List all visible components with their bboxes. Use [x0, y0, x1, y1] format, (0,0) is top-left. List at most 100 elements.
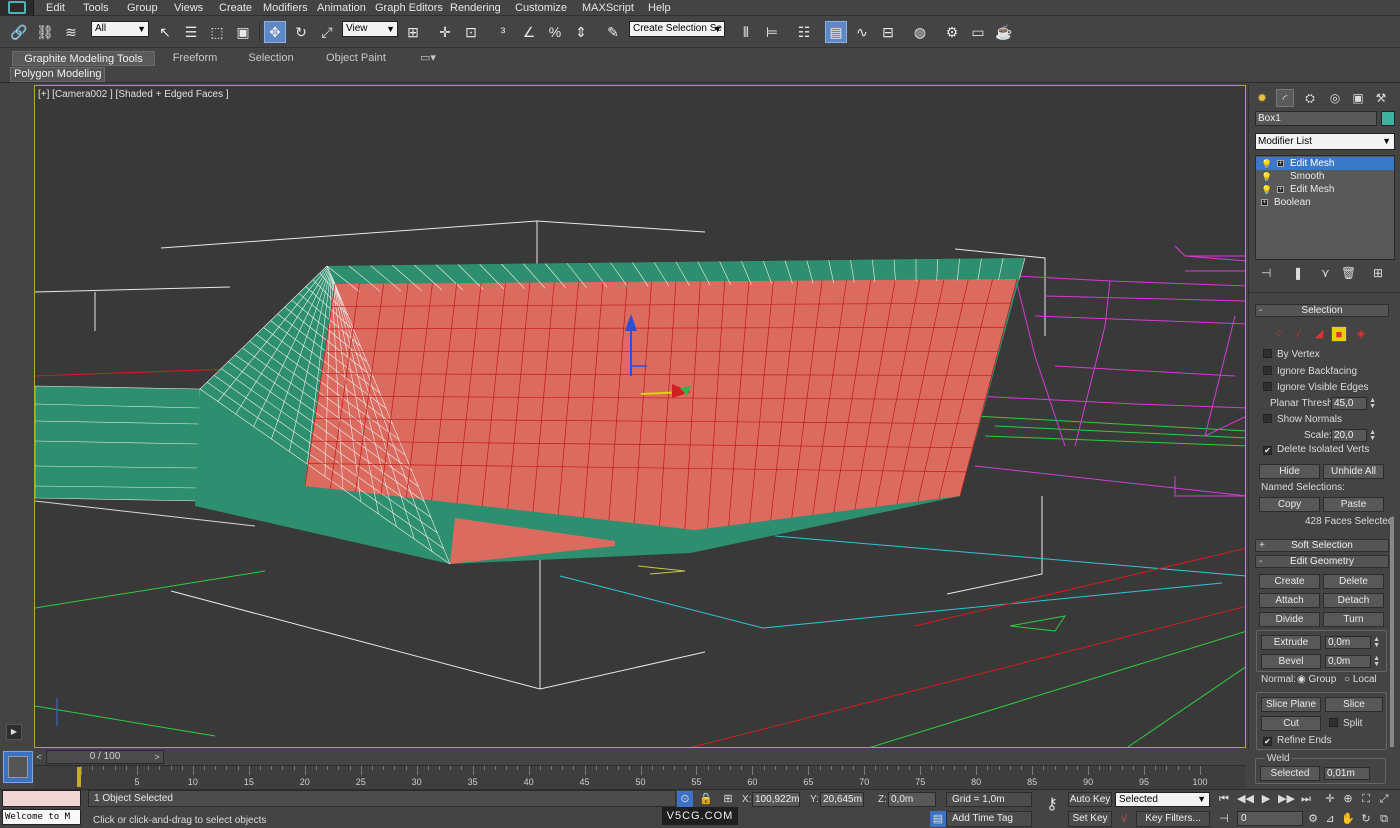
- expand-plus-icon[interactable]: +: [1277, 186, 1284, 193]
- zoom-extents-icon[interactable]: ⛶: [1358, 791, 1374, 807]
- select-manipulate-icon[interactable]: ✛: [434, 21, 456, 43]
- zoom-icon[interactable]: ✛: [1322, 791, 1338, 807]
- bind-space-warp-icon[interactable]: ≋: [60, 21, 82, 43]
- rollout-edit-geometry-header[interactable]: - Edit Geometry: [1255, 555, 1389, 568]
- orbit-icon[interactable]: ↻: [1358, 811, 1374, 827]
- menu-help[interactable]: Help: [648, 2, 671, 14]
- render-production-icon[interactable]: ☕: [993, 21, 1015, 43]
- menu-modifiers[interactable]: Modifiers: [263, 2, 308, 14]
- expand-plus-icon[interactable]: +: [1277, 160, 1284, 167]
- unhide-all-button[interactable]: Unhide All: [1323, 464, 1384, 479]
- spinner-arrows-icon[interactable]: ▲ ▼: [1369, 429, 1376, 442]
- stack-item-edit-mesh[interactable]: 💡 + Edit Mesh: [1256, 157, 1394, 170]
- play-icon[interactable]: ▶: [1258, 791, 1274, 807]
- tab-freeform[interactable]: Freeform: [160, 51, 230, 66]
- weld-selected-button[interactable]: Selected: [1260, 766, 1320, 781]
- element-level-icon[interactable]: ◈: [1353, 326, 1369, 342]
- display-tab-icon[interactable]: ▣: [1349, 89, 1367, 107]
- zoom-all-icon[interactable]: ⊕: [1340, 791, 1356, 807]
- command-panel-scrollbar[interactable]: [1390, 517, 1394, 747]
- menu-create[interactable]: Create: [219, 2, 252, 14]
- percent-snap-icon[interactable]: %: [544, 21, 566, 43]
- snaps-toggle-icon[interactable]: ³: [492, 21, 514, 43]
- auto-key-button[interactable]: Auto Key: [1068, 792, 1112, 807]
- tab-object-paint[interactable]: Object Paint: [318, 51, 394, 66]
- planar-thresh-spinner[interactable]: 45,0 ▲ ▼: [1331, 397, 1376, 410]
- select-object-icon[interactable]: ↖: [154, 21, 176, 43]
- slice-plane-button[interactable]: Slice Plane: [1261, 697, 1321, 712]
- cut-button[interactable]: Cut: [1261, 716, 1321, 731]
- scale-spinner[interactable]: 20,0 ▲ ▼: [1331, 429, 1376, 442]
- menu-maxscript[interactable]: MAXScript: [582, 2, 634, 14]
- track-bar[interactable]: 5 10 15 20 25 30 35 40 45 50 55 60 65 70 75 80 85 90 95 100: [34, 765, 1246, 789]
- edit-named-selection-icon[interactable]: ✎: [602, 21, 624, 43]
- pan-view-icon[interactable]: ✋: [1340, 811, 1356, 827]
- maxscript-listener-input[interactable]: [2, 790, 81, 807]
- utilities-tab-icon[interactable]: ⚒: [1372, 89, 1390, 107]
- divide-button[interactable]: Divide: [1259, 612, 1320, 627]
- face-level-icon[interactable]: ◢: [1311, 326, 1327, 342]
- copy-button[interactable]: Copy: [1259, 497, 1320, 512]
- menu-rendering[interactable]: Rendering: [450, 2, 501, 14]
- tab-graphite-modeling-tools[interactable]: Graphite Modeling Tools: [12, 51, 155, 66]
- modify-tab-icon[interactable]: ◜: [1276, 89, 1294, 107]
- split-checkbox[interactable]: Split: [1329, 718, 1362, 730]
- menu-tools[interactable]: Tools: [83, 2, 109, 14]
- select-and-rotate-icon[interactable]: ↻: [290, 21, 312, 43]
- viewport-label[interactable]: [+] [Camera002 ] [Shaded + Edged Faces ]: [38, 89, 229, 100]
- app-logo-button[interactable]: [0, 0, 34, 16]
- key-icon[interactable]: ⚷: [1040, 797, 1064, 813]
- motion-tab-icon[interactable]: ◎: [1326, 89, 1344, 107]
- key-mode-icon[interactable]: √: [1116, 811, 1132, 827]
- menu-edit[interactable]: Edit: [46, 2, 65, 14]
- maxscript-welcome-output[interactable]: Welcome to M: [2, 809, 81, 825]
- attach-button[interactable]: Attach: [1259, 593, 1320, 608]
- stack-item-smooth[interactable]: 💡 Smooth: [1256, 170, 1394, 183]
- stack-item-boolean[interactable]: + Boolean: [1256, 196, 1394, 209]
- spinner-arrows-icon[interactable]: ▲ ▼: [1373, 636, 1380, 649]
- bevel-button[interactable]: Bevel: [1261, 654, 1321, 669]
- polygon-level-icon[interactable]: ■: [1331, 326, 1347, 342]
- spinner-snap-icon[interactable]: ⇕: [570, 21, 592, 43]
- render-setup-icon[interactable]: ⚙: [941, 21, 963, 43]
- show-end-result-icon[interactable]: ❚: [1293, 266, 1303, 280]
- menu-animation[interactable]: Animation: [317, 2, 366, 14]
- ignore-backfacing-checkbox[interactable]: Ignore Backfacing: [1263, 366, 1357, 378]
- previous-key-icon[interactable]: ◀◀: [1237, 791, 1254, 807]
- link-icon[interactable]: 🔗: [8, 21, 30, 43]
- add-time-tag-button[interactable]: Add Time Tag: [946, 811, 1032, 827]
- ignore-visible-edges-checkbox[interactable]: Ignore Visible Edges: [1263, 382, 1369, 394]
- viewport-camera[interactable]: [+] [Camera002 ] [Shaded + Edged Faces ]: [34, 85, 1246, 748]
- mirror-icon[interactable]: ⫴: [735, 21, 757, 43]
- layer-manager-icon[interactable]: ☷: [793, 21, 815, 43]
- ribbon-options-icon[interactable]: ▭▾: [416, 51, 440, 66]
- detach-button[interactable]: Detach: [1323, 593, 1384, 608]
- time-tag-icon[interactable]: ▤: [930, 811, 946, 827]
- expand-plus-icon[interactable]: +: [1261, 199, 1268, 206]
- refine-ends-checkbox[interactable]: ✔ Refine Ends: [1263, 735, 1331, 747]
- tab-selection[interactable]: Selection: [238, 51, 304, 66]
- time-configuration-icon[interactable]: ⚙: [1305, 811, 1321, 827]
- configure-sets-icon[interactable]: ⊞: [1373, 266, 1383, 280]
- isolate-selection-icon[interactable]: ⊙: [677, 791, 693, 807]
- window-crossing-icon[interactable]: ▣: [232, 21, 254, 43]
- z-coordinate-field[interactable]: 0,0m: [888, 792, 936, 807]
- keyboard-shortcut-toggle-icon[interactable]: ⊡: [460, 21, 482, 43]
- previous-frame-icon[interactable]: <: [34, 750, 44, 764]
- vertex-level-icon[interactable]: ⁘: [1271, 326, 1287, 342]
- select-by-name-icon[interactable]: ☰: [180, 21, 202, 43]
- select-and-scale-icon[interactable]: ⤢: [316, 21, 338, 43]
- by-vertex-checkbox[interactable]: By Vertex: [1263, 349, 1320, 361]
- rollout-soft-selection-header[interactable]: + Soft Selection: [1255, 539, 1389, 552]
- bevel-amount-spinner[interactable]: 0,0m ▲ ▼: [1325, 655, 1380, 668]
- current-frame-field[interactable]: 0: [1237, 811, 1303, 826]
- show-normals-checkbox[interactable]: Show Normals: [1263, 414, 1342, 426]
- menu-views[interactable]: Views: [174, 2, 203, 14]
- turn-button[interactable]: Turn: [1323, 612, 1384, 627]
- time-slider-thumb[interactable]: 0 / 100: [46, 750, 164, 764]
- menu-customize[interactable]: Customize: [515, 2, 567, 14]
- slice-button[interactable]: Slice: [1325, 697, 1383, 712]
- absolute-mode-icon[interactable]: ⊞: [720, 791, 736, 807]
- x-coordinate-field[interactable]: 100,922m: [752, 792, 800, 807]
- material-editor-icon[interactable]: ◍: [909, 21, 931, 43]
